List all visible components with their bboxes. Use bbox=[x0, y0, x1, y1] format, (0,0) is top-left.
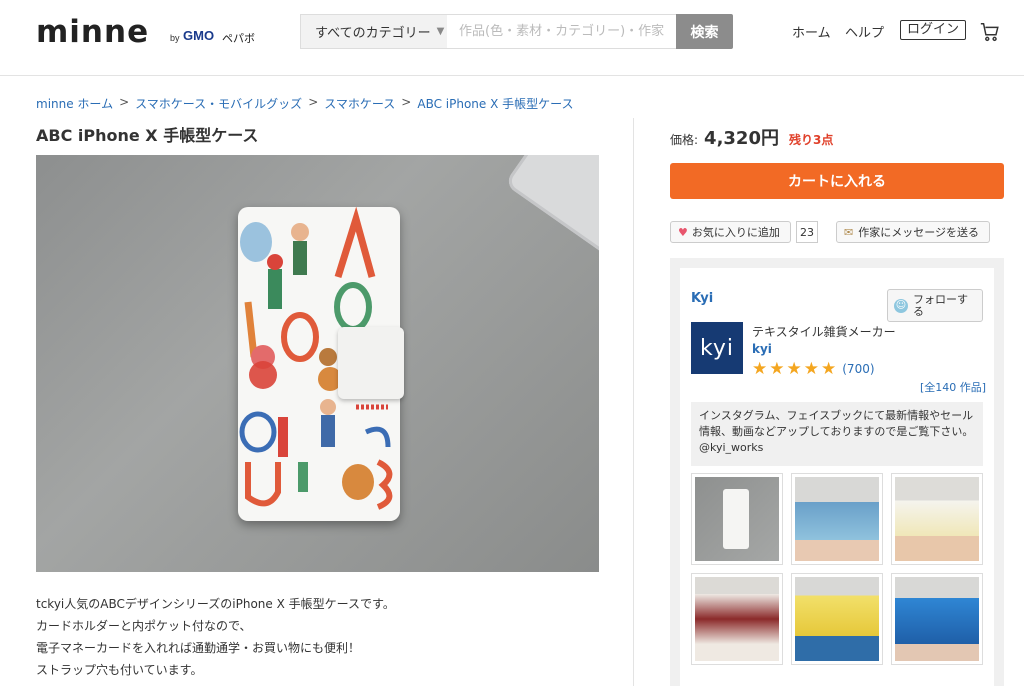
description-line: 電子マネーカードを入れれば通勤通学・お買い物にも便利！ bbox=[36, 641, 361, 655]
envelope-icon: ✉ bbox=[844, 225, 854, 239]
product-image[interactable] bbox=[36, 155, 599, 572]
shop-card: Kyi ☺ フォローする kyi テキスタイル雑貨メーカー kyi ★ ★ ★ … bbox=[680, 268, 994, 686]
breadcrumb-separator: > bbox=[401, 95, 412, 109]
search-input[interactable] bbox=[447, 14, 676, 49]
price-row: 価格: 4,320円 残り3点 bbox=[670, 124, 833, 150]
star-icon: ★ bbox=[752, 359, 768, 379]
description-line: カードホルダーと内ポケット付なので、 bbox=[36, 619, 252, 633]
logo-by-text: by bbox=[170, 33, 180, 43]
message-button-label: 作家にメッセージを送る bbox=[858, 226, 979, 239]
nav-help-link[interactable]: ヘルプ bbox=[845, 22, 884, 44]
case-clasp bbox=[338, 327, 404, 399]
work-thumbnail[interactable] bbox=[791, 473, 883, 565]
work-thumbnail[interactable] bbox=[691, 473, 783, 565]
favorite-button[interactable]: ♥ お気に入りに追加 bbox=[670, 221, 791, 243]
laptop-corner bbox=[504, 155, 599, 265]
shop-works-grid bbox=[691, 473, 983, 665]
nav-home-link[interactable]: ホーム bbox=[792, 22, 831, 44]
follow-button-label: フォローする bbox=[913, 292, 968, 318]
breadcrumb-separator: > bbox=[308, 95, 319, 109]
product-description: tckyi人気のABCデザインシリーズのiPhone X 手帳型ケースです。 カ… bbox=[36, 593, 395, 681]
shop-link[interactable]: kyi bbox=[752, 342, 772, 356]
follow-button[interactable]: ☺ フォローする bbox=[887, 289, 983, 322]
heart-icon: ♥ bbox=[678, 225, 688, 239]
shop-logo[interactable]: kyi bbox=[691, 322, 743, 374]
stock-remaining: 残り3点 bbox=[788, 133, 834, 147]
work-thumbnail[interactable] bbox=[791, 573, 883, 665]
chevron-down-icon: ▼ bbox=[436, 26, 445, 37]
login-button[interactable]: ログイン bbox=[900, 20, 967, 40]
gmo-logo: GMO bbox=[183, 28, 215, 43]
shop-rating: ★ ★ ★ ★ ★ (700) bbox=[752, 360, 875, 378]
product-title: ABC iPhone X 手帳型ケース bbox=[36, 126, 259, 145]
breadcrumb-home[interactable]: minne ホーム bbox=[36, 95, 113, 112]
shop-description: インスタグラム、フェイスブックにて最新情報やセール情報、動画などアップしておりま… bbox=[691, 402, 983, 466]
work-thumbnail[interactable] bbox=[691, 573, 783, 665]
category-select[interactable]: すべてのカテゴリー ▼ bbox=[300, 14, 447, 49]
description-line: ストラップ穴も付いています。 bbox=[36, 663, 203, 677]
search-bar: すべてのカテゴリー ▼ 検索 bbox=[300, 14, 733, 49]
review-count[interactable]: (700) bbox=[842, 362, 874, 376]
work-thumbnail[interactable] bbox=[891, 473, 983, 565]
message-creator-button[interactable]: ✉ 作家にメッセージを送る bbox=[836, 221, 990, 243]
column-divider bbox=[633, 118, 634, 686]
shop-name[interactable]: Kyi bbox=[691, 291, 713, 306]
favorite-button-label: お気に入りに追加 bbox=[691, 226, 780, 239]
shop-tagline: テキスタイル雑貨メーカー bbox=[752, 325, 896, 339]
shop-info-box: Kyi ☺ フォローする kyi テキスタイル雑貨メーカー kyi ★ ★ ★ … bbox=[670, 258, 1004, 686]
breadcrumb-mobile-goods[interactable]: スマホケース・モバイルグッズ bbox=[135, 95, 302, 112]
breadcrumb: minne ホーム > スマホケース・モバイルグッズ > スマホケース > AB… bbox=[36, 95, 574, 112]
minne-logo[interactable]: minne bbox=[36, 14, 149, 50]
price-value: 4,320円 bbox=[704, 128, 779, 149]
smile-icon: ☺ bbox=[894, 298, 908, 313]
star-icon: ★ bbox=[821, 359, 837, 379]
breadcrumb-phone-case[interactable]: スマホケース bbox=[324, 95, 395, 112]
works-count-link[interactable]: [全140 作品] bbox=[920, 379, 986, 395]
cart-icon[interactable] bbox=[979, 21, 1001, 43]
site-header: minne by GMO ペパボ すべてのカテゴリー ▼ 検索 ホーム ヘルプ … bbox=[0, 0, 1024, 76]
add-to-cart-button[interactable]: カートに入れる bbox=[670, 163, 1004, 199]
star-icon: ★ bbox=[803, 359, 819, 379]
description-line: tckyi人気のABCデザインシリーズのiPhone X 手帳型ケースです。 bbox=[36, 597, 395, 611]
work-thumbnail[interactable] bbox=[891, 573, 983, 665]
pepabo-logo: ペパボ bbox=[222, 32, 255, 45]
favorite-count: 23 bbox=[796, 221, 818, 243]
star-icon: ★ bbox=[769, 359, 785, 379]
search-button[interactable]: 検索 bbox=[676, 14, 733, 49]
breadcrumb-current[interactable]: ABC iPhone X 手帳型ケース bbox=[417, 95, 573, 112]
breadcrumb-separator: > bbox=[119, 95, 130, 109]
star-icon: ★ bbox=[786, 359, 802, 379]
price-label: 価格: bbox=[670, 133, 699, 147]
category-select-label: すべてのカテゴリー bbox=[315, 26, 431, 41]
